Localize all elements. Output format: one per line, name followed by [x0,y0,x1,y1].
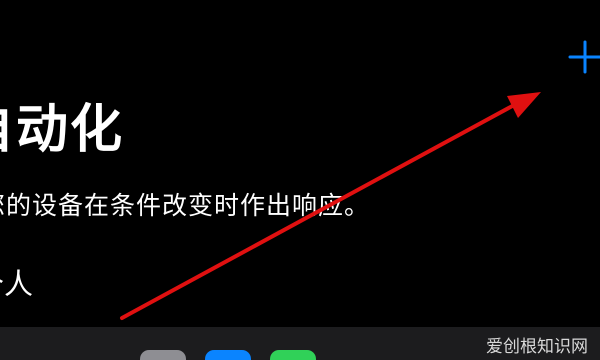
automation-screen: 自动化 您的设备在条件改变时作出响应。 个人 爱创根知识网 [0,0,600,360]
red-annotation-arrow [120,92,541,320]
app-icon-gray[interactable] [140,350,186,360]
add-automation-button[interactable] [566,38,600,76]
app-icon-green[interactable] [270,350,316,360]
watermark-text: 爱创根知识网 [486,337,588,357]
page-subtitle: 您的设备在条件改变时作出响应。 [0,191,371,220]
section-header-personal: 个人 [0,267,34,301]
app-icon-blue[interactable] [205,350,251,360]
page-title: 自动化 [0,100,125,160]
plus-icon [568,40,600,74]
